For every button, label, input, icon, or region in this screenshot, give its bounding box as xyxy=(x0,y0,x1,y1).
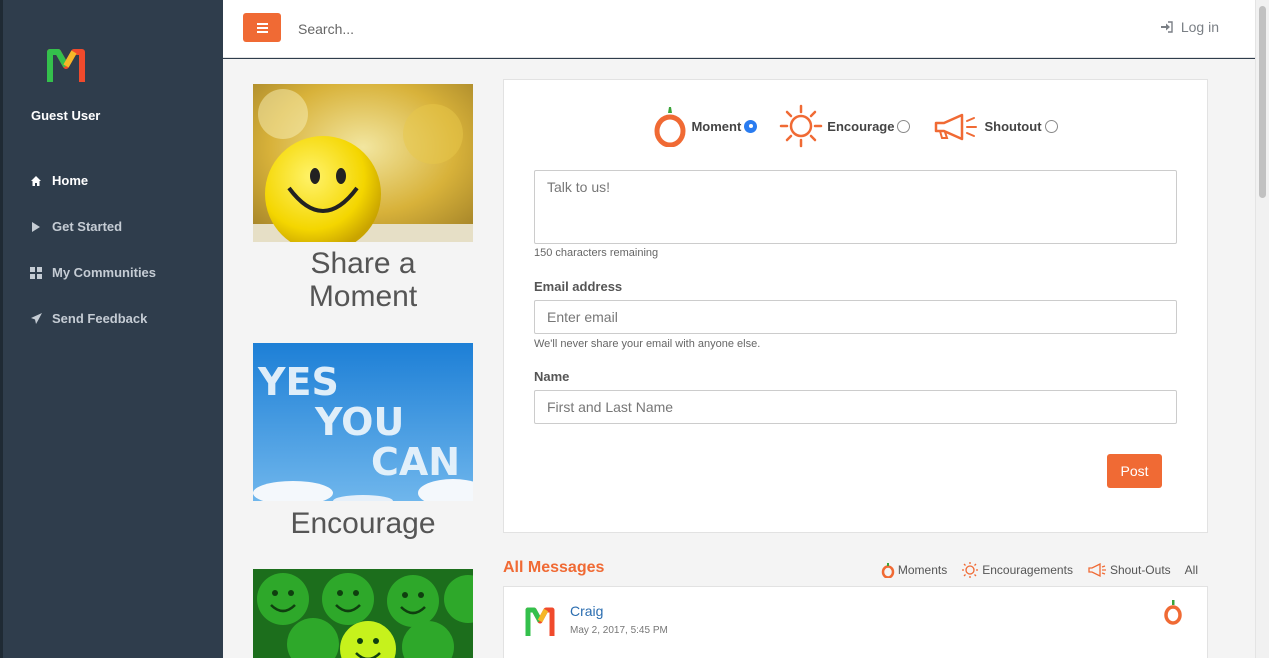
filter-moments[interactable]: Moments xyxy=(881,561,947,579)
moment-radio[interactable] xyxy=(744,119,758,133)
sidebar-item-label: Home xyxy=(52,173,89,188)
name-label: Name xyxy=(534,369,570,384)
message-date: May 2, 2017, 5:45 PM xyxy=(570,625,668,636)
sign-in-icon xyxy=(1160,21,1173,33)
hamburger-icon xyxy=(256,22,268,25)
user-name: Guest User xyxy=(31,108,101,123)
share-moment-image xyxy=(253,84,473,242)
type-label: Encourage xyxy=(827,118,895,134)
sun-icon xyxy=(780,104,823,148)
sun-icon xyxy=(962,562,979,578)
message-filters: Moments Encouragements Shout-Outs All xyxy=(881,561,1198,579)
sidebar-item-label: Get Started xyxy=(52,219,123,234)
shoutout-radio[interactable] xyxy=(1044,119,1058,133)
sidebar-item-my-communities[interactable]: My Communities xyxy=(29,265,156,280)
encourage-caption: Encourage xyxy=(290,507,436,540)
messages-title: All Messages xyxy=(503,559,605,576)
moment-icon xyxy=(1164,600,1182,625)
sidebar-item-label: Send Feedback xyxy=(52,311,148,326)
page-scrollbar[interactable] xyxy=(1255,0,1269,658)
type-label: Moment xyxy=(691,118,742,134)
encourage-image: YES YOU CAN xyxy=(253,343,473,501)
post-type-selector: Moment Encourage Shoutout xyxy=(504,104,1207,148)
login-link[interactable]: Log in xyxy=(1160,19,1219,35)
svg-text:YOU: YOU xyxy=(314,400,404,444)
email-label: Email address xyxy=(534,279,623,294)
share-moment-caption: Share a Moment xyxy=(308,247,418,313)
megaphone-icon xyxy=(935,113,978,141)
top-bar: Log in xyxy=(223,0,1255,58)
home-icon xyxy=(29,174,43,188)
login-label: Log in xyxy=(1180,19,1219,35)
email-help: We'll never share your email with anyone… xyxy=(534,338,761,350)
sidebar-item-send-feedback[interactable]: Send Feedback xyxy=(29,311,147,326)
filter-shout-outs[interactable]: Shout-Outs xyxy=(1087,561,1171,579)
type-encourage-option[interactable]: Encourage xyxy=(779,104,911,148)
search-input[interactable] xyxy=(291,16,691,42)
moment-icon xyxy=(654,107,686,147)
messages-header: All Messages Moments Encouragements Shou… xyxy=(503,557,1208,583)
type-label: Shoutout xyxy=(984,118,1042,134)
filter-all[interactable]: All xyxy=(1185,561,1198,579)
megaphone-icon xyxy=(1088,563,1106,577)
post-form-card: Moment Encourage Shoutout Talk to us! 15… xyxy=(503,79,1208,533)
sidebar-item-home[interactable]: Home xyxy=(29,173,88,188)
name-field[interactable] xyxy=(534,390,1177,424)
grid-icon xyxy=(29,266,43,280)
menu-toggle-button[interactable] xyxy=(243,13,281,42)
play-icon xyxy=(29,220,43,234)
message-author-link[interactable]: Craig xyxy=(570,603,603,619)
sidebar-item-get-started[interactable]: Get Started xyxy=(29,219,122,234)
moment-icon xyxy=(881,563,895,578)
paper-plane-icon xyxy=(29,312,43,326)
type-moment-option[interactable]: Moment xyxy=(653,104,758,148)
main-content: Share a Moment YES YOU CAN Encourage Mom… xyxy=(223,59,1255,658)
svg-text:YES: YES xyxy=(257,360,339,404)
svg-text:CAN: CAN xyxy=(371,440,460,484)
scrollbar-thumb[interactable] xyxy=(1259,6,1266,198)
post-button[interactable]: Post xyxy=(1107,454,1162,488)
email-field[interactable] xyxy=(534,300,1177,334)
message-textarea[interactable] xyxy=(534,170,1177,244)
message-item: Craig May 2, 2017, 5:45 PM xyxy=(503,586,1208,658)
app-logo[interactable] xyxy=(46,46,86,86)
avatar xyxy=(525,607,555,636)
type-shoutout-option[interactable]: Shoutout xyxy=(932,104,1058,148)
sidebar-item-label: My Communities xyxy=(52,265,157,280)
filter-encouragements[interactable]: Encouragements xyxy=(961,561,1073,579)
encourage-radio[interactable] xyxy=(897,119,911,133)
chars-remaining: 150 characters remaining xyxy=(534,247,659,259)
shoutout-image xyxy=(253,569,473,658)
sidebar: Guest User Home Get Started My Communiti… xyxy=(0,0,223,658)
